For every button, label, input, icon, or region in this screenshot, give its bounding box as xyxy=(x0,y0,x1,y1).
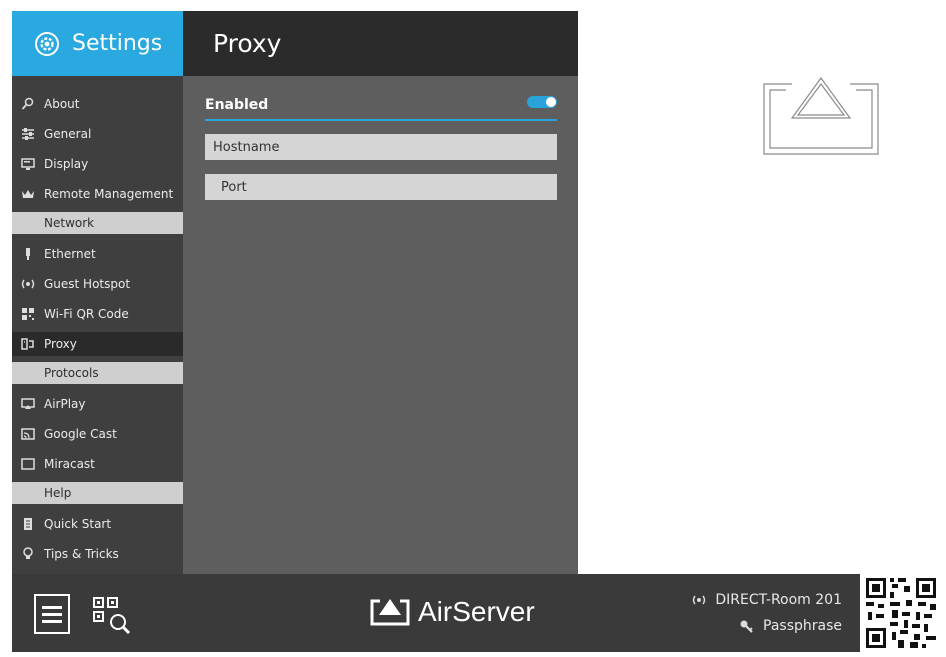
sidebar: About General Display Remote Management … xyxy=(12,76,183,574)
sidebar-item-proxy[interactable]: Proxy xyxy=(12,332,183,356)
proxy-icon xyxy=(20,336,36,352)
hotspot-icon xyxy=(691,594,707,606)
sidebar-item-display[interactable]: Display xyxy=(12,152,183,176)
enabled-toggle[interactable] xyxy=(527,96,557,108)
room-name: DIRECT-Room 201 xyxy=(691,592,842,608)
miracast-icon xyxy=(20,456,36,472)
section-network: Network xyxy=(12,212,183,234)
sidebar-item-label: Quick Start xyxy=(44,517,112,531)
airplay-icon xyxy=(20,396,36,412)
section-protocols: Protocols xyxy=(12,362,183,384)
hostname-input[interactable] xyxy=(205,134,557,160)
sidebar-header: Settings xyxy=(12,11,183,76)
brand-logo: AirServer xyxy=(370,596,535,628)
sidebar-item-ethernet[interactable]: Ethernet xyxy=(12,242,183,266)
key-icon xyxy=(739,619,755,633)
section-help: Help xyxy=(12,482,183,504)
crown-icon xyxy=(20,186,36,202)
enabled-label: Enabled xyxy=(205,97,269,113)
screen-mirroring-icon xyxy=(763,76,879,155)
sidebar-item-guest-hotspot[interactable]: Guest Hotspot xyxy=(12,272,183,296)
menu-line-icon xyxy=(42,612,62,616)
sidebar-item-label: Guest Hotspot xyxy=(44,277,131,291)
lightbulb-icon xyxy=(20,546,36,562)
room-name-text: DIRECT-Room 201 xyxy=(715,592,842,608)
sidebar-item-label: Proxy xyxy=(44,337,77,351)
sidebar-item-label: Display xyxy=(44,157,89,171)
sidebar-item-label: AirPlay xyxy=(44,397,86,411)
display-icon xyxy=(20,156,36,172)
sidebar-item-label: Google Cast xyxy=(44,427,117,441)
connection-qr-code xyxy=(862,574,940,652)
sidebar-title: Settings xyxy=(72,31,163,56)
page-title: Proxy xyxy=(183,11,578,76)
passphrase: Passphrase xyxy=(739,618,842,634)
cast-icon xyxy=(20,426,36,442)
sidebar-item-miracast[interactable]: Miracast xyxy=(12,452,183,476)
document-icon xyxy=(20,516,36,532)
qr-code-icon xyxy=(20,306,36,322)
sidebar-item-about[interactable]: About xyxy=(12,92,183,116)
menu-line-icon xyxy=(42,605,62,609)
sidebar-item-label: Ethernet xyxy=(44,247,96,261)
sidebar-item-label: Remote Management xyxy=(44,187,174,201)
sliders-icon xyxy=(20,126,36,142)
proxy-panel: Enabled xyxy=(183,76,578,574)
qr-search-icon[interactable] xyxy=(92,596,132,636)
sidebar-item-label: General xyxy=(44,127,92,141)
sidebar-item-label: Miracast xyxy=(44,457,95,471)
passphrase-text: Passphrase xyxy=(763,618,842,634)
sidebar-item-google-cast[interactable]: Google Cast xyxy=(12,422,183,446)
sidebar-item-wifi-qr-code[interactable]: Wi-Fi QR Code xyxy=(12,302,183,326)
search-person-icon xyxy=(20,96,36,112)
ethernet-plug-icon xyxy=(20,246,36,262)
sidebar-item-general[interactable]: General xyxy=(12,122,183,146)
airserver-logo-icon xyxy=(370,599,410,626)
menu-line-icon xyxy=(42,619,62,623)
gear-icon xyxy=(35,31,59,56)
sidebar-item-tips-tricks[interactable]: Tips & Tricks xyxy=(12,542,183,566)
sidebar-item-airplay[interactable]: AirPlay xyxy=(12,392,183,416)
footer-bar: AirServer DIRECT-Room 201 Passphrase xyxy=(12,574,860,652)
menu-button[interactable] xyxy=(34,594,70,634)
hotspot-icon xyxy=(20,276,36,292)
enabled-row: Enabled xyxy=(205,91,557,121)
sidebar-item-remote-management[interactable]: Remote Management xyxy=(12,182,183,206)
toggle-knob xyxy=(546,97,556,107)
sidebar-item-label: About xyxy=(44,97,80,111)
sidebar-item-quick-start[interactable]: Quick Start xyxy=(12,512,183,536)
sidebar-item-label: Wi-Fi QR Code xyxy=(44,307,129,321)
brand-name: AirServer xyxy=(418,596,535,627)
port-input[interactable] xyxy=(205,174,557,200)
sidebar-item-label: Tips & Tricks xyxy=(44,547,119,561)
